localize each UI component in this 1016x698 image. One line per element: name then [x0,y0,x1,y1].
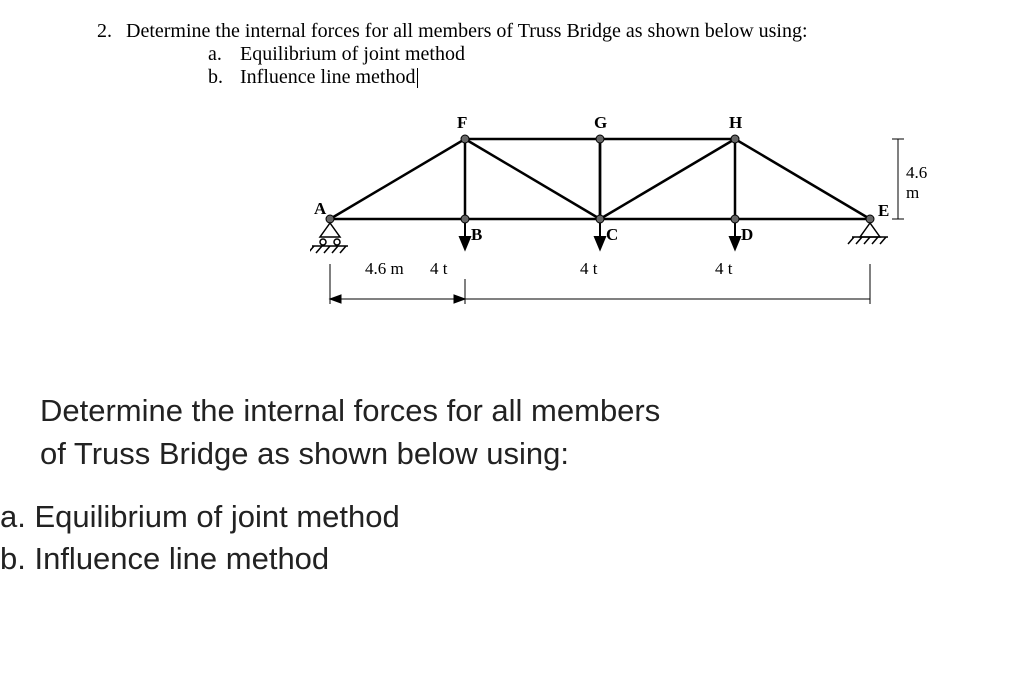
problem-text: Determine the internal forces for all me… [126,20,808,43]
hatch-e5 [880,237,886,244]
load-B-label: 4 t [430,259,447,279]
large-sub-b: b. Influence line method [0,538,1006,580]
problem-number: 2. [82,20,112,43]
hatch-e4 [872,237,878,244]
sub-text-b: Influence line method [240,66,418,89]
dim-arrow-mid [454,295,465,303]
node-F [461,135,469,143]
hatch-a1 [310,246,314,253]
dim-arrow-left [330,295,341,303]
label-E: E [878,201,889,221]
hatch-e2 [856,237,862,244]
arrow-head-B [460,237,470,249]
roller-A2 [334,239,340,245]
load-C-label: 4 t [580,259,597,279]
pin-support-A [320,223,340,237]
sub-letter-b: b. [208,66,230,89]
hatch-a3 [324,246,330,253]
label-D: D [741,225,753,245]
label-G: G [594,113,607,133]
load-D-label: 4 t [715,259,732,279]
hatch-e3 [864,237,870,244]
problem-sub-items: a. Equilibrium of joint method b. Influe… [208,43,1006,89]
roller-A1 [320,239,326,245]
node-C [596,215,604,223]
pin-support-E [860,223,880,237]
truss-diagram: A F G H E B C D 4 t 4 t 4 t 4.6 m 4.6 m [310,109,920,329]
hatch-e1 [848,237,854,244]
node-H [731,135,739,143]
diagonal-CH [600,139,735,219]
truss-svg [310,109,920,329]
diagonal-FC [465,139,600,219]
hatch-a5 [340,246,346,253]
label-B: B [471,225,482,245]
large-sub-a: a. Equilibrium of joint method [0,496,1006,538]
dim-height-label: 4.6 m [906,163,927,203]
label-A: A [314,199,326,219]
hatch-a4 [332,246,338,253]
sub-letter-a: a. [208,43,230,66]
sub-text-a: Equilibrium of joint method [240,43,465,66]
problem-main-line: 2. Determine the internal forces for all… [82,20,1006,43]
node-G [596,135,604,143]
hatch-a2 [316,246,322,253]
dim-span-label: 4.6 m [365,259,404,279]
problem-statement: 2. Determine the internal forces for all… [82,20,1006,89]
label-C: C [606,225,618,245]
node-B [461,215,469,223]
sub-item-a: a. Equilibrium of joint method [208,43,1006,66]
sub-item-b: b. Influence line method [208,66,1006,89]
large-line1: Determine the internal forces for all me… [40,389,1006,432]
label-F: F [457,113,467,133]
node-D [731,215,739,223]
large-line2: of Truss Bridge as shown below using: [40,432,1006,475]
large-question: Determine the internal forces for all me… [40,389,1006,476]
label-H: H [729,113,742,133]
large-sub-list: a. Equilibrium of joint method b. Influe… [0,496,1006,580]
text-cursor [417,68,418,88]
arrow-head-D [730,237,740,249]
arrow-head-C [595,237,605,249]
